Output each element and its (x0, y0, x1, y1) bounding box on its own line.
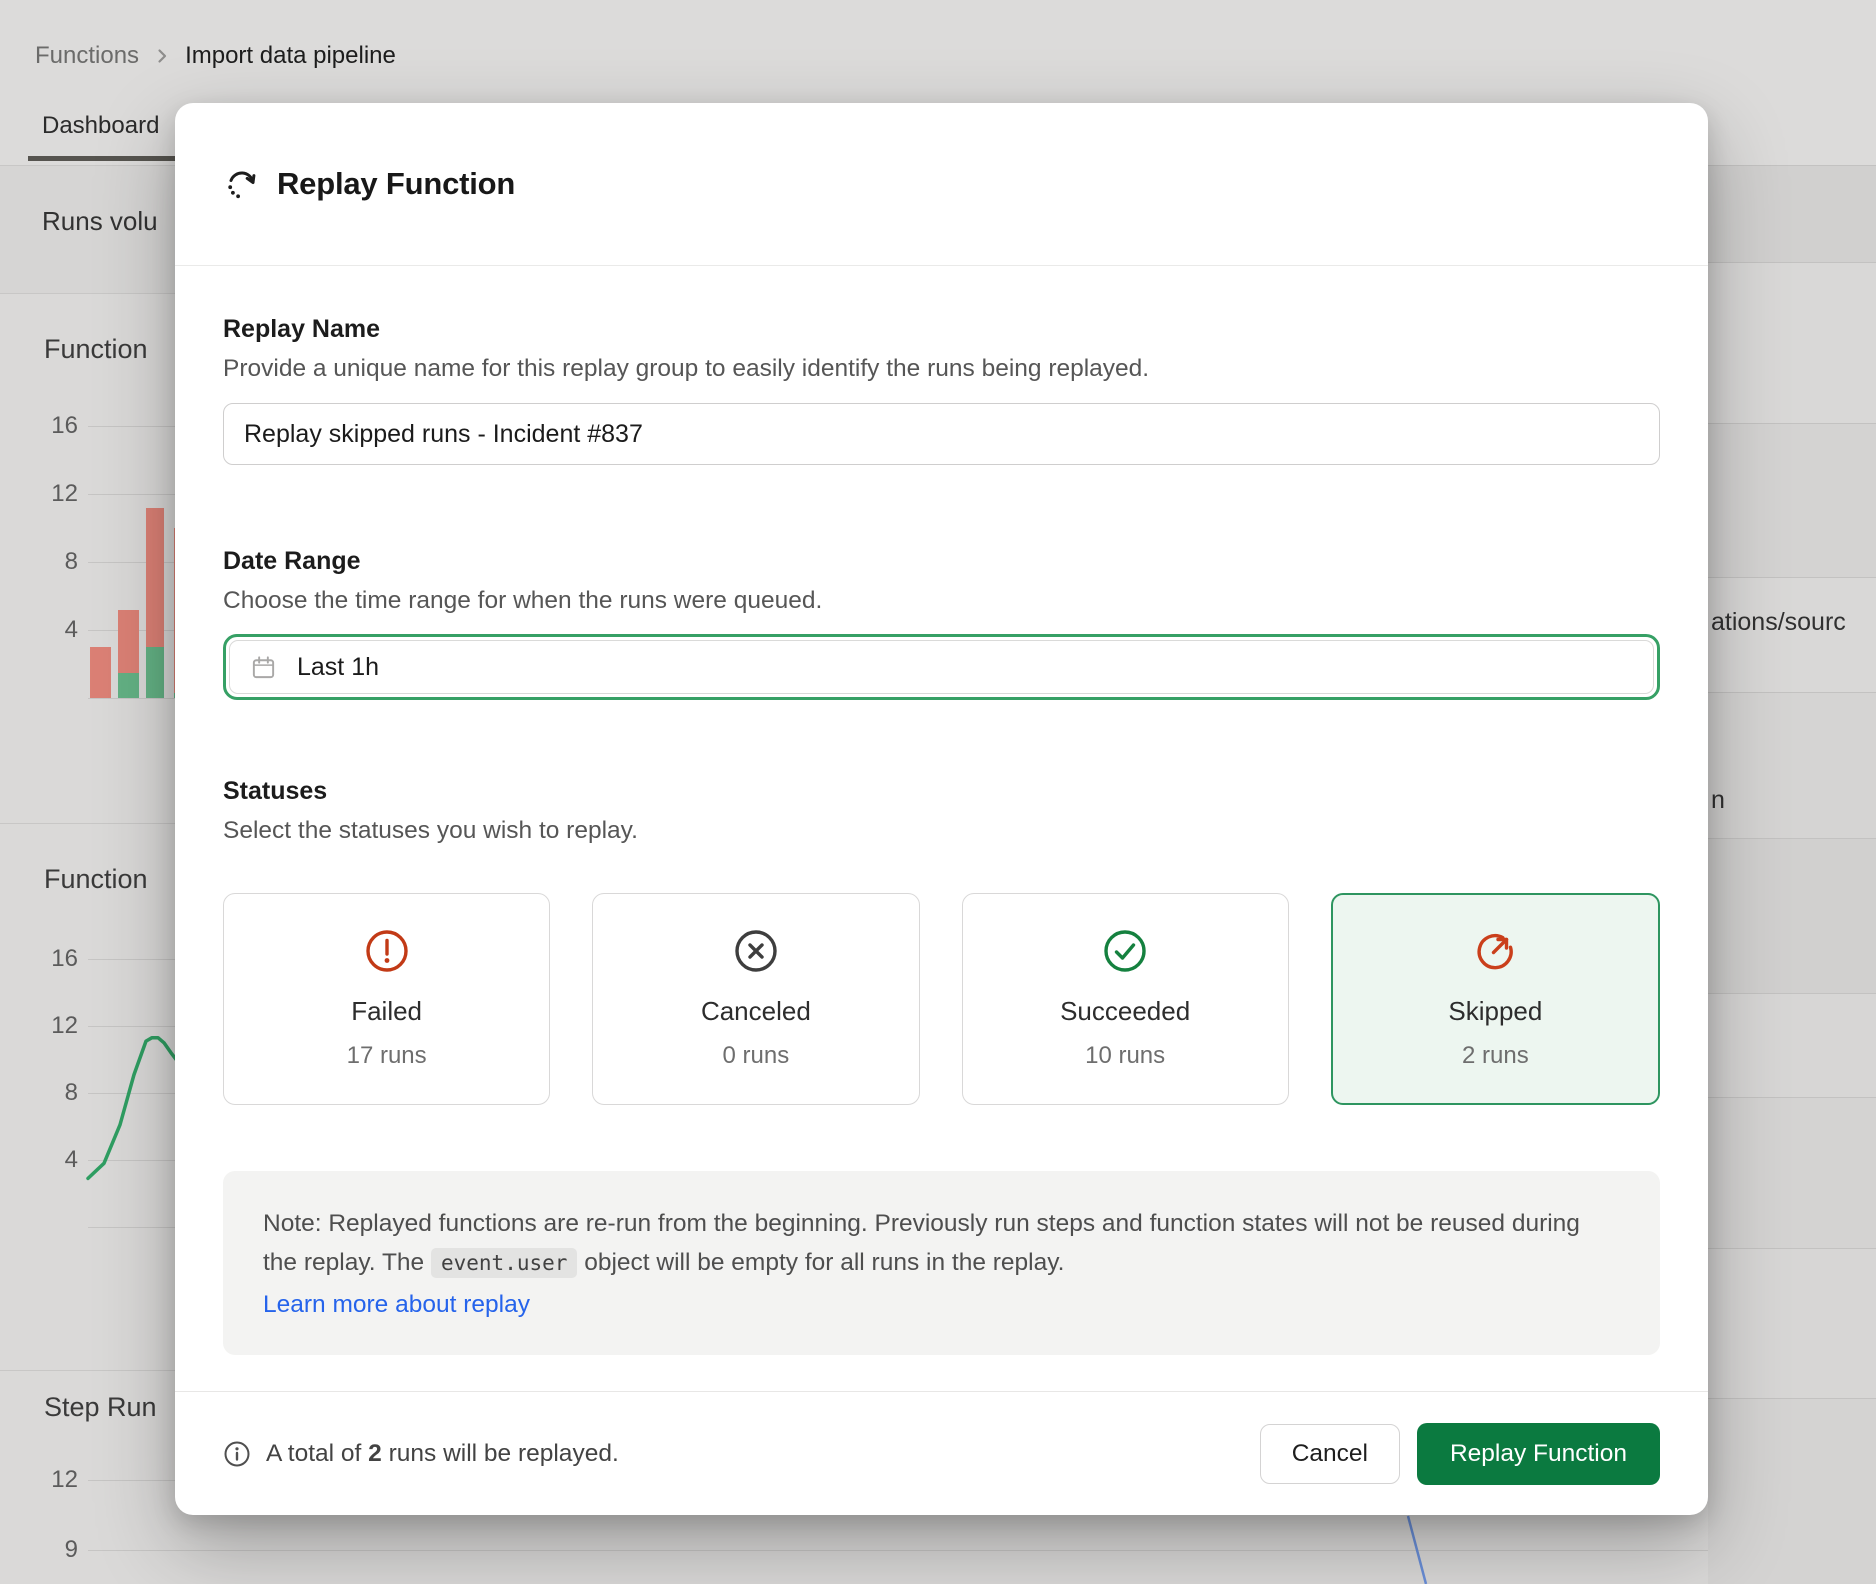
status-card-label: Failed (351, 996, 422, 1027)
arrow-up-right-circle-icon (1472, 928, 1518, 974)
replay-icon (223, 166, 259, 202)
status-card-label: Succeeded (1060, 996, 1190, 1027)
alert-circle-icon (364, 928, 410, 974)
status-card-count: 10 runs (1085, 1042, 1165, 1070)
status-card-count: 0 runs (723, 1042, 790, 1070)
summary-text: A total of 2 runs will be replayed. (266, 1440, 619, 1468)
event-user-code: event.user (431, 1248, 577, 1278)
background-blue-line-fragment (1395, 1510, 1441, 1584)
status-card-label: Skipped (1448, 996, 1542, 1027)
status-card-skipped[interactable]: Skipped 2 runs (1331, 893, 1660, 1105)
learn-more-link[interactable]: Learn more about replay (263, 1285, 530, 1324)
date-range-description: Choose the time range for when the runs … (223, 587, 822, 615)
info-icon (223, 1440, 251, 1468)
date-range-inner: Last 1h (229, 640, 1654, 694)
replay-function-modal: Replay Function Replay Name Provide a un… (175, 103, 1708, 1515)
replay-function-button[interactable]: Replay Function (1417, 1423, 1660, 1485)
status-cards-row: Failed 17 runs Canceled 0 runs Succeeded… (223, 893, 1660, 1105)
date-range-value: Last 1h (297, 653, 379, 682)
replay-name-description: Provide a unique name for this replay gr… (223, 355, 1149, 383)
status-card-count: 2 runs (1462, 1042, 1529, 1070)
modal-footer: A total of 2 runs will be replayed. Canc… (175, 1391, 1708, 1515)
status-card-failed[interactable]: Failed 17 runs (223, 893, 550, 1105)
replay-name-input[interactable] (223, 403, 1660, 465)
modal-title: Replay Function (277, 166, 515, 202)
note-text-after: object will be empty for all runs in the… (577, 1249, 1064, 1276)
x-circle-icon (733, 928, 779, 974)
status-card-label: Canceled (701, 996, 811, 1027)
background-text-fragment: ations/sourc (1711, 608, 1846, 637)
background-text-fragment: n (1711, 786, 1725, 815)
function-line-path (88, 1038, 188, 1179)
replay-note: Note: Replayed functions are re-run from… (223, 1171, 1660, 1355)
check-circle-icon (1102, 928, 1148, 974)
date-range-label: Date Range (223, 547, 361, 576)
statuses-label: Statuses (223, 777, 327, 806)
status-card-count: 17 runs (347, 1042, 427, 1070)
status-card-canceled[interactable]: Canceled 0 runs (592, 893, 919, 1105)
cancel-button[interactable]: Cancel (1260, 1424, 1400, 1484)
date-range-select[interactable]: Last 1h (223, 634, 1660, 700)
calendar-icon (250, 654, 277, 681)
replay-name-label: Replay Name (223, 315, 380, 344)
replay-count: 2 (368, 1440, 382, 1467)
footer-buttons: Cancel Replay Function (1260, 1423, 1660, 1485)
status-card-succeeded[interactable]: Succeeded 10 runs (962, 893, 1289, 1105)
replay-summary: A total of 2 runs will be replayed. (223, 1440, 619, 1468)
background-right-panel: ations/sourc n (1708, 165, 1876, 1584)
modal-header: Replay Function (175, 103, 1708, 266)
statuses-description: Select the statuses you wish to replay. (223, 817, 638, 845)
